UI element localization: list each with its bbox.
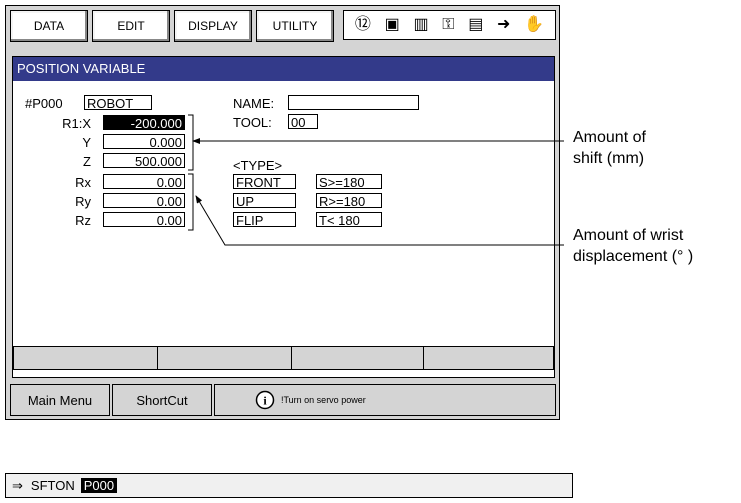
command-line[interactable]: ⇒ SFTON P000 — [5, 473, 573, 498]
command-argument[interactable]: P000 — [80, 478, 118, 493]
command-arrow: ⇒ — [12, 477, 23, 493]
shift-annotation-line2: shift (mm) — [573, 150, 645, 167]
shift-annotation-line1: Amount of — [573, 129, 646, 146]
wrist-annotation-line1: Amount of wrist — [573, 227, 684, 244]
command-instruction: SFTON — [30, 478, 75, 493]
wrist-annotation-line2: displacement (° ) — [573, 248, 694, 265]
